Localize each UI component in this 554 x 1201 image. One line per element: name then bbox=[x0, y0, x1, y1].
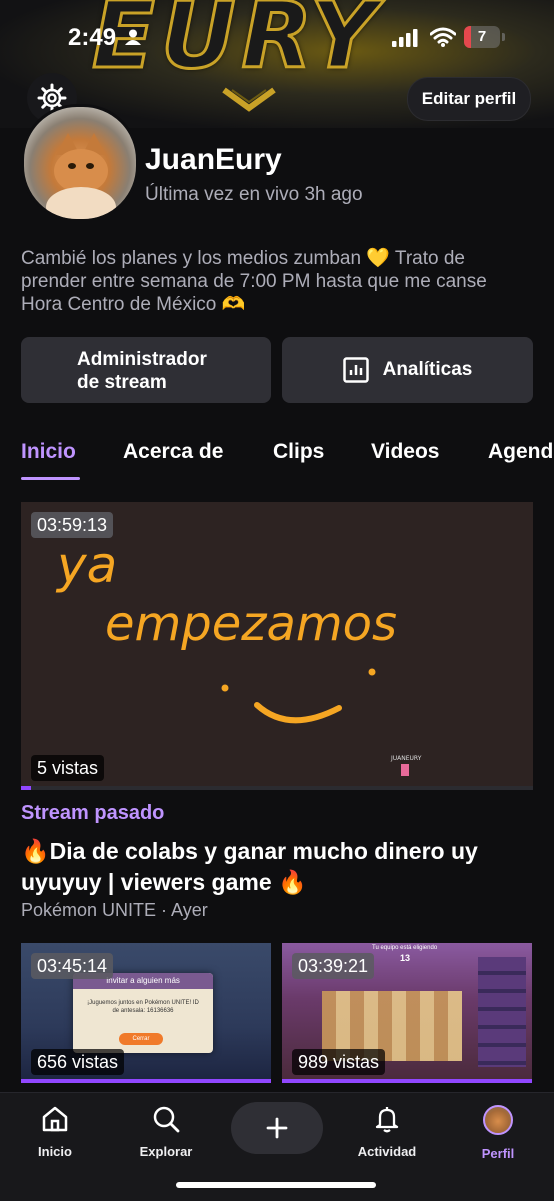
video-title[interactable]: 🔥Dia de colabs y ganar mucho dinero uy u… bbox=[21, 836, 531, 898]
avatar-chest bbox=[46, 187, 116, 219]
team-picking-text: Tu equipo está eligiendo bbox=[372, 945, 438, 951]
invite-modal-text: ¡Juguemos juntos en Pokémon UNITE! ID de… bbox=[87, 1000, 199, 1014]
battery-indicator: 7 bbox=[464, 26, 500, 48]
active-tab-indicator bbox=[21, 477, 80, 480]
video-views-badge: 656 vistas bbox=[31, 1049, 125, 1075]
battery-level-text: 7 bbox=[477, 28, 487, 45]
video-thumbnail-2[interactable]: Tu equipo está eligiendo 13 03:39:21 989… bbox=[282, 943, 532, 1083]
video-duration-badge: 03:59:13 bbox=[31, 512, 114, 538]
drawing-text-empezamos: empezamos bbox=[105, 596, 397, 652]
stream-manager-label: Administrador de stream bbox=[77, 349, 207, 393]
create-button[interactable] bbox=[231, 1102, 323, 1154]
tab-clips[interactable]: Clips bbox=[273, 440, 324, 464]
team-panel bbox=[478, 957, 526, 1067]
drawing-text-ya: ya bbox=[55, 536, 117, 594]
plus-icon bbox=[266, 1117, 288, 1139]
nav-actividad-label: Actividad bbox=[357, 1144, 417, 1159]
nav-actividad[interactable]: Actividad bbox=[342, 1105, 432, 1159]
video-duration-badge: 03:45:14 bbox=[31, 953, 114, 979]
video-drawing: ya empezamos JUANEURY bbox=[55, 536, 422, 776]
invite-modal: Invitar a alguien más ¡Juguemos juntos e… bbox=[73, 973, 213, 1053]
edit-profile-button[interactable]: Editar perfil bbox=[407, 77, 531, 121]
analytics-icon bbox=[342, 357, 369, 383]
nav-inicio-label: Inicio bbox=[38, 1144, 72, 1159]
invite-modal-button: Cerrar bbox=[119, 1033, 163, 1045]
video-progress-fill bbox=[21, 1079, 271, 1083]
analytics-label: Analíticas bbox=[382, 359, 473, 380]
drawing-smile bbox=[254, 702, 342, 724]
video-watermark: JUANEURY bbox=[390, 755, 422, 762]
stream-manager-button[interactable]: Administrador de stream bbox=[21, 337, 271, 403]
last-live-text: Última vez en vivo 3h ago bbox=[145, 184, 363, 205]
featured-video-thumbnail[interactable]: ya empezamos JUANEURY 03:59:13 5 vistas bbox=[21, 502, 533, 788]
pick-timer-text: 13 bbox=[400, 953, 411, 963]
profile-bio: Cambié los planes y los medios zumban 💛 … bbox=[21, 248, 487, 315]
video-thumbnail-1[interactable]: Invitar a alguien más ¡Juguemos juntos e… bbox=[21, 943, 271, 1083]
drawing-dot-right bbox=[368, 668, 376, 676]
tab-agenda[interactable]: Agenda bbox=[488, 440, 554, 464]
banner-chevron-icon bbox=[222, 87, 276, 112]
nav-perfil-label: Perfil bbox=[481, 1146, 515, 1161]
avatar[interactable] bbox=[21, 104, 139, 222]
video-meta: Pokémon UNITE · Ayer bbox=[21, 900, 208, 920]
tab-videos[interactable]: Videos bbox=[371, 440, 439, 464]
person-icon bbox=[125, 29, 141, 45]
video-progress-fill bbox=[21, 786, 32, 790]
drawing-dot-left bbox=[221, 684, 229, 692]
search-icon bbox=[153, 1106, 180, 1133]
battery-tip bbox=[502, 33, 505, 41]
home-icon bbox=[42, 1106, 68, 1132]
avatar-eye-left bbox=[68, 163, 76, 169]
tab-inicio[interactable]: Inicio bbox=[21, 440, 76, 464]
status-bar: 2:49 7 bbox=[0, 0, 554, 76]
nav-inicio[interactable]: Inicio bbox=[10, 1105, 100, 1159]
wifi-icon bbox=[430, 27, 456, 47]
tab-acerca-de[interactable]: Acerca de bbox=[123, 440, 223, 464]
avatar-eye-right bbox=[86, 163, 94, 169]
video-views-badge: 5 vistas bbox=[31, 755, 105, 781]
nav-explorar[interactable]: Explorar bbox=[121, 1105, 211, 1159]
watermark-character bbox=[401, 764, 409, 776]
video-duration-badge: 03:39:21 bbox=[292, 953, 375, 979]
nav-explorar-label: Explorar bbox=[139, 1144, 193, 1159]
analytics-button[interactable]: Analíticas bbox=[282, 337, 533, 403]
cellular-signal-icon bbox=[392, 29, 418, 47]
avatar bbox=[483, 1105, 513, 1135]
status-time: 2:49 bbox=[68, 24, 117, 51]
video-progress-fill bbox=[282, 1079, 532, 1083]
nav-perfil[interactable]: Perfil bbox=[453, 1105, 543, 1161]
video-views-badge: 989 vistas bbox=[292, 1049, 386, 1075]
profile-tabs: Inicio Acerca de Clips Videos Agenda bbox=[0, 440, 554, 484]
bell-icon bbox=[375, 1107, 399, 1133]
home-indicator bbox=[176, 1182, 376, 1188]
profile-username: JuanEury bbox=[145, 143, 282, 176]
past-stream-label: Stream pasado bbox=[21, 802, 165, 824]
video-progress bbox=[21, 786, 533, 790]
